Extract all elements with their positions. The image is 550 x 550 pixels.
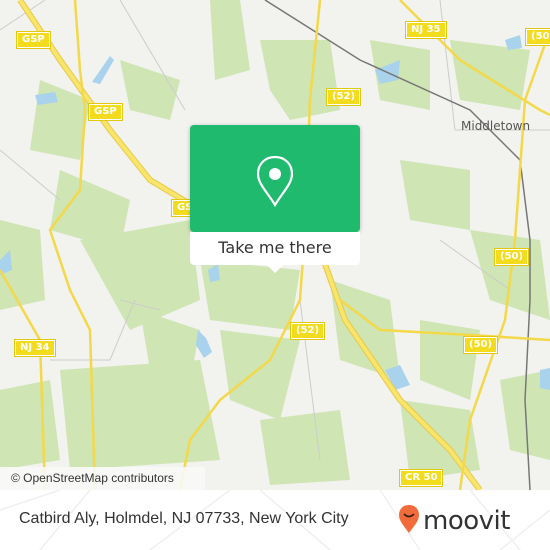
moovit-wordmark: moovit <box>423 506 510 536</box>
footer-bar: Catbird Aly, Holmdel, NJ 07733, New York… <box>0 490 550 550</box>
take-me-there-button[interactable]: Take me there <box>190 232 360 265</box>
cr50-shield-south: CR 50 <box>398 469 444 487</box>
place-label-middletown: Middletown <box>461 119 531 133</box>
location-popup: Take me there <box>190 125 360 273</box>
moovit-logo[interactable]: moovit <box>398 504 510 538</box>
gsp-shield-middle: GSP <box>88 103 123 121</box>
nj35-shield: NJ 35 <box>405 21 447 39</box>
popup-pointer <box>267 265 283 273</box>
nj34-shield: NJ 34 <box>14 339 56 357</box>
cr52-shield-south: (52) <box>289 322 326 340</box>
cr50-shield-ne: (50) <box>524 28 550 46</box>
page: GSP GSP GSP NJ 35 (50) (52) (52) (50) (5… <box>0 0 550 550</box>
cr52-shield-north: (52) <box>325 88 362 106</box>
cr50-shield-mid: (50) <box>462 336 499 354</box>
cr50-shield-east: (50) <box>493 248 530 266</box>
moovit-pin-icon <box>398 504 420 538</box>
gsp-shield-north: GSP <box>16 31 51 49</box>
osm-attribution[interactable]: © OpenStreetMap contributors <box>0 467 205 490</box>
address-text: Catbird Aly, Holmdel, NJ 07733, New York… <box>19 510 349 527</box>
map-pin-icon <box>256 155 294 211</box>
map-view[interactable]: GSP GSP GSP NJ 35 (50) (52) (52) (50) (5… <box>0 0 550 490</box>
